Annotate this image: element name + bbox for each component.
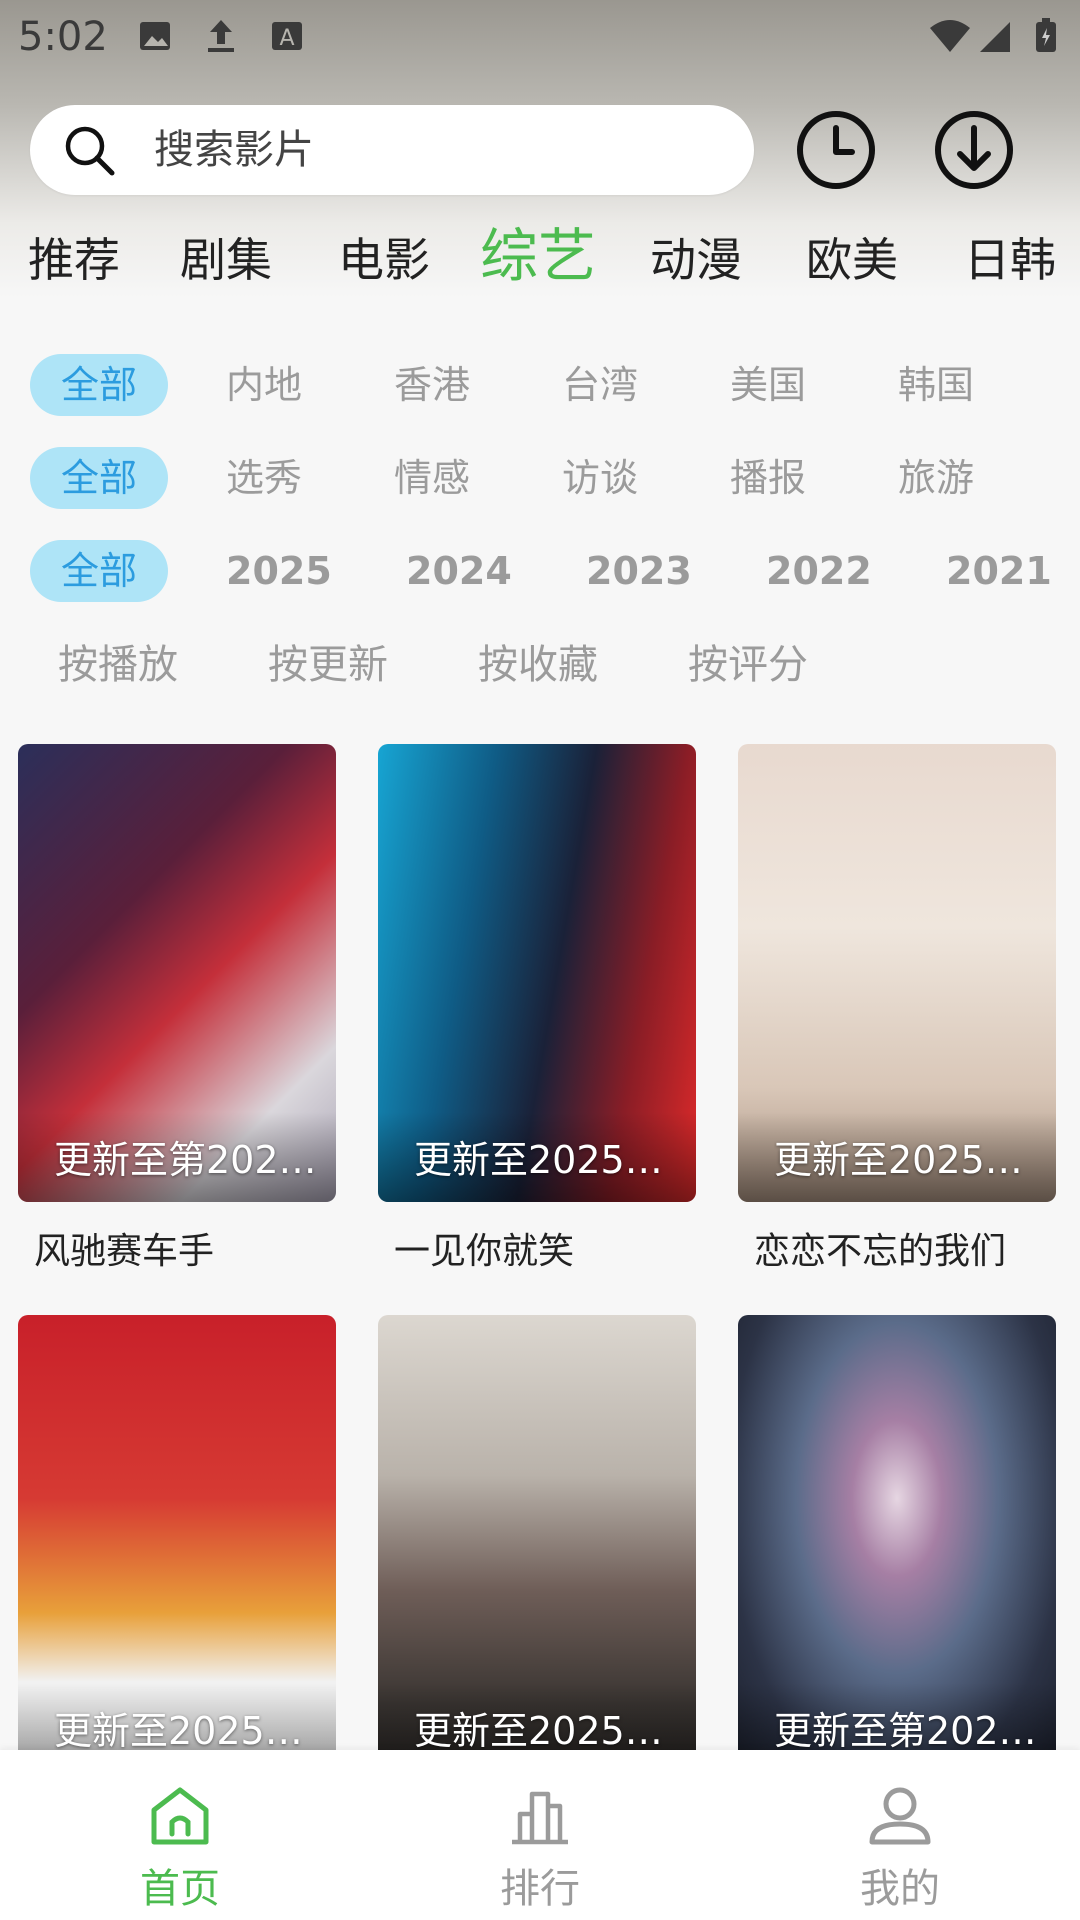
update-status: 更新至20250…: [414, 1709, 684, 1753]
filter-year-all[interactable]: 全部: [30, 540, 168, 602]
filter-genre-news[interactable]: 播报: [730, 447, 806, 509]
filter-region-hongkong[interactable]: 香港: [394, 354, 470, 416]
video-title: 恋恋不忘的我们: [754, 1231, 1007, 1272]
image-notification-icon: [140, 22, 170, 50]
tab-western[interactable]: 欧美: [806, 225, 898, 295]
nav-home-label: 首页: [140, 1866, 220, 1912]
filter-year-2025[interactable]: 2025: [226, 540, 332, 602]
profile-icon: [869, 1787, 931, 1845]
home-icon: [151, 1787, 209, 1845]
wifi-icon: [930, 20, 970, 52]
filter-genre-all[interactable]: 全部: [30, 447, 168, 509]
filter-genre-row: 全部 选秀 情感 访谈 播报 旅游: [0, 447, 1080, 509]
poster-image: 更新至第202…: [18, 744, 336, 1202]
search-icon: [65, 126, 115, 176]
signal-icon: [980, 22, 1010, 52]
update-status: 更新至20250…: [414, 1138, 684, 1182]
filter-year-2022[interactable]: 2022: [766, 540, 872, 602]
poster-image: 更新至20250…: [378, 1315, 696, 1773]
tab-variety[interactable]: 综艺: [480, 225, 596, 291]
tab-movies[interactable]: 电影: [338, 225, 430, 295]
sort-by-favorites[interactable]: 按收藏: [478, 634, 598, 696]
filter-region-row: 全部 内地 香港 台湾 美国 韩国: [0, 354, 1080, 416]
nav-profile-label: 我的: [860, 1866, 940, 1912]
poster-image: 更新至20250…: [378, 744, 696, 1202]
status-time: 5:02: [18, 14, 108, 60]
nav-ranking[interactable]: 排行: [360, 1750, 720, 1920]
filter-region-taiwan[interactable]: 台湾: [562, 354, 638, 416]
filter-region-korea[interactable]: 韩国: [898, 354, 974, 416]
video-title: 一见你就笑: [394, 1231, 575, 1272]
download-icon[interactable]: [932, 108, 1016, 192]
nav-profile[interactable]: 我的: [720, 1750, 1080, 1920]
filter-region-usa[interactable]: 美国: [730, 354, 806, 416]
sort-row: 按播放 按更新 按收藏 按评分: [0, 634, 1080, 696]
filter-year-row: 全部 2025 2024 2023 2022 2021: [0, 540, 1080, 602]
filter-genre-travel[interactable]: 旅游: [898, 447, 974, 509]
search-placeholder: 搜索影片: [154, 127, 314, 173]
update-status: 更新至第202…: [54, 1138, 317, 1182]
tab-japan-korea[interactable]: 日韩: [964, 225, 1056, 295]
update-status: 更新至20250…: [54, 1709, 324, 1753]
filter-genre-romance[interactable]: 情感: [394, 447, 470, 509]
poster-image: 更新至第202…: [738, 1315, 1056, 1773]
sort-by-plays[interactable]: 按播放: [58, 634, 178, 696]
search-bar[interactable]: 搜索影片: [30, 105, 754, 195]
svg-text:A: A: [279, 26, 294, 51]
nav-home[interactable]: 首页: [0, 1750, 360, 1920]
poster-image: 更新至20250…: [18, 1315, 336, 1773]
poster-image: 更新至20250…: [738, 744, 1056, 1202]
sort-by-rating[interactable]: 按评分: [688, 634, 808, 696]
filter-region-all[interactable]: 全部: [30, 354, 168, 416]
tab-anime[interactable]: 动漫: [650, 225, 742, 295]
nav-ranking-label: 排行: [500, 1866, 580, 1912]
update-status: 更新至第202…: [774, 1709, 1037, 1753]
filter-genre-talent[interactable]: 选秀: [226, 447, 302, 509]
bottom-navigation: 首页 排行 我的: [0, 1750, 1080, 1920]
video-title: 风驰赛车手: [34, 1231, 215, 1272]
ranking-icon: [512, 1791, 568, 1845]
category-tabs: 推荐 剧集 电影 综艺 动漫 欧美 日韩: [0, 225, 1080, 295]
filter-year-2021[interactable]: 2021: [946, 540, 1052, 602]
filter-year-2023[interactable]: 2023: [586, 540, 692, 602]
header: 5:02 A 搜索影片 推荐 剧集 电影 综艺 动漫 欧美 日韩: [0, 0, 1080, 298]
filter-year-2024[interactable]: 2024: [406, 540, 512, 602]
a-notification-icon: A: [272, 22, 302, 51]
update-status: 更新至20250…: [774, 1138, 1044, 1182]
battery-icon: [1036, 18, 1056, 52]
filter-region-mainland[interactable]: 内地: [226, 354, 302, 416]
tab-series[interactable]: 剧集: [180, 225, 272, 295]
status-bar: 5:02 A: [0, 0, 1080, 72]
sort-by-update[interactable]: 按更新: [268, 634, 388, 696]
tab-recommend[interactable]: 推荐: [28, 225, 120, 295]
upload-notification-icon: [208, 20, 234, 52]
history-icon[interactable]: [794, 108, 878, 192]
filter-genre-talk[interactable]: 访谈: [562, 447, 638, 509]
